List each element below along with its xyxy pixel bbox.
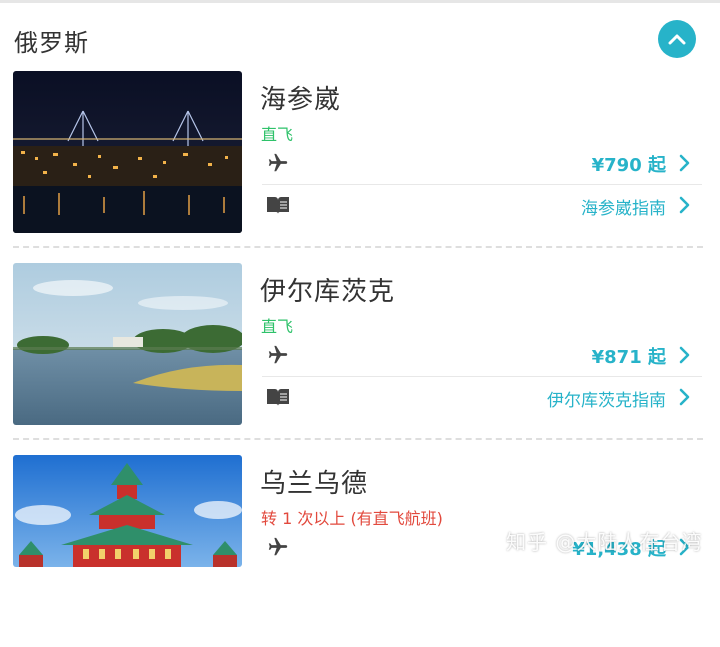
airplane-icon [268, 153, 288, 172]
destination-card[interactable]: 伊尔库茨克 直飞 ¥871 起 伊尔库茨克指南 [0, 263, 720, 455]
collapse-button[interactable] [658, 20, 696, 58]
watermark: 知乎 @大陆人在台湾 [506, 530, 703, 554]
chevron-right-icon [679, 196, 690, 214]
flight-price-row[interactable]: ¥871 起 [262, 335, 702, 375]
route-info: 直飞 [261, 125, 294, 144]
airplane-icon [268, 345, 288, 364]
card-separator [13, 246, 703, 248]
chevron-right-icon [679, 346, 690, 364]
guide-row[interactable]: 伊尔库茨克指南 [262, 377, 702, 417]
section-title: 俄罗斯 [14, 29, 89, 57]
book-icon [267, 197, 289, 214]
book-icon [267, 389, 289, 406]
route-info: 直飞 [261, 317, 294, 336]
chevron-right-icon [679, 154, 690, 172]
city-photo[interactable] [13, 263, 242, 425]
flight-price[interactable]: ¥790 起 [592, 151, 666, 177]
section-header[interactable]: 俄罗斯 [0, 3, 720, 69]
guide-link[interactable]: 伊尔库茨克指南 [547, 386, 666, 411]
city-name: 伊尔库茨克 [260, 277, 396, 307]
route-info: 转 1 次以上 (有直飞航班) [261, 509, 443, 528]
flight-price-row[interactable]: ¥790 起 [262, 143, 702, 183]
city-photo[interactable] [13, 71, 242, 233]
city-name: 海参崴 [260, 85, 342, 115]
flight-price[interactable]: ¥871 起 [592, 343, 666, 369]
guide-link[interactable]: 海参崴指南 [581, 194, 666, 219]
city-photo[interactable] [13, 455, 242, 567]
guide-row[interactable]: 海参崴指南 [262, 185, 702, 225]
airplane-icon [268, 537, 288, 556]
destination-card[interactable]: 海参崴 直飞 ¥790 起 海参崴指南 [0, 71, 720, 263]
chevron-right-icon [679, 388, 690, 406]
chevron-up-icon [668, 34, 686, 45]
city-name: 乌兰乌德 [260, 469, 369, 499]
card-separator [13, 438, 703, 440]
